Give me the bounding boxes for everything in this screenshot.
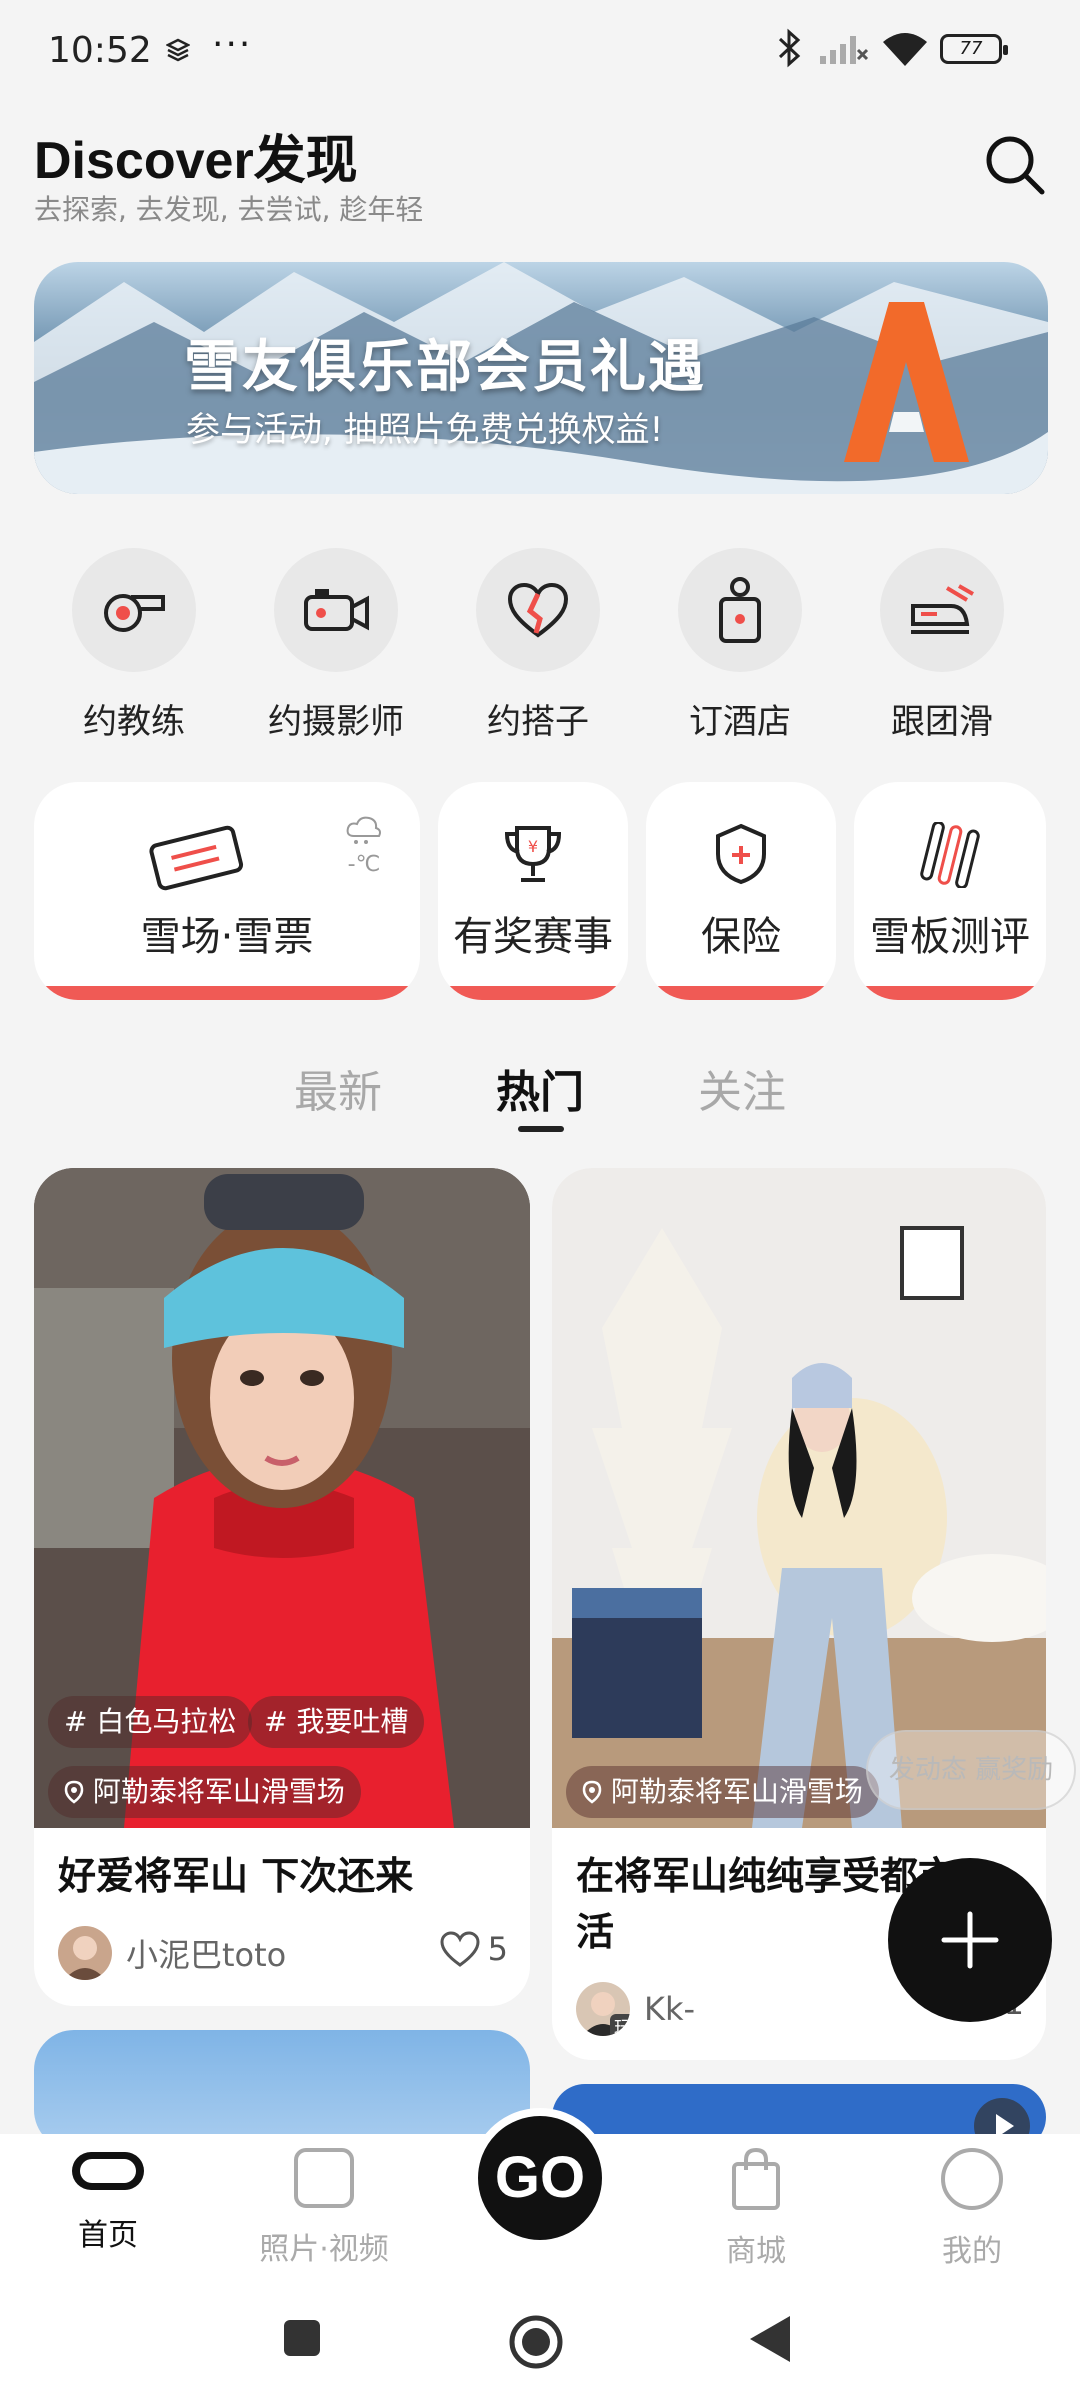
contest-card[interactable]: ¥ 有奖赛事 xyxy=(438,782,628,1000)
photo-frame-icon xyxy=(294,2148,354,2208)
banner-headline: 雪友俱乐部会员礼遇 xyxy=(184,335,706,400)
whistle-icon xyxy=(104,594,165,632)
insurance-card[interactable]: 保险 xyxy=(646,782,836,1000)
feed-post-card[interactable]: # 白色马拉松 # 我要吐槽 阿勒泰将军山滑雪场 好爱将军山 下次还来 小泥巴t… xyxy=(34,1168,530,2006)
avatar: 玩 xyxy=(576,1982,630,2036)
card-accent-bar xyxy=(438,986,628,1000)
feature-label-insurance: 保险 xyxy=(701,914,781,960)
quick-action-buddy[interactable]: 约搭子 xyxy=(448,548,628,743)
layers-icon xyxy=(166,38,190,62)
location-pin-icon xyxy=(582,1780,602,1804)
location-pin-icon xyxy=(64,1780,84,1804)
search-icon[interactable] xyxy=(982,132,1046,196)
home-circle-icon[interactable] xyxy=(508,2314,564,2370)
post-photo xyxy=(552,1168,1046,1828)
ski-ticket-card[interactable]: -℃ 雪场·雪票 xyxy=(34,782,420,1000)
hashtag-chip[interactable]: # 我要吐槽 xyxy=(248,1696,425,1748)
recents-icon[interactable] xyxy=(282,2318,322,2358)
heart-icon xyxy=(507,582,569,638)
feature-label-board: 雪板测评 xyxy=(870,914,1030,960)
system-navigation xyxy=(0,2300,1080,2380)
nav-profile[interactable]: 我的 xyxy=(892,2146,1052,2270)
tab-latest[interactable]: 最新 xyxy=(294,1056,382,1120)
nav-shop[interactable]: 商城 xyxy=(676,2146,836,2270)
bluetooth-icon xyxy=(778,28,801,68)
ski-goggles-icon xyxy=(72,2152,144,2190)
quick-action-coach[interactable]: 约教练 xyxy=(44,548,224,743)
banner-subline: 参与活动, 抽照片免费兑换权益! xyxy=(186,410,664,450)
feature-label-contest: 有奖赛事 xyxy=(453,914,613,960)
tab-hot[interactable]: 热门 xyxy=(496,1056,584,1120)
heart-outline-icon xyxy=(440,1931,480,1967)
nav-home[interactable]: 首页 xyxy=(28,2146,188,2254)
camera-icon xyxy=(304,589,369,631)
nav-photos-videos[interactable]: 照片·视频 xyxy=(244,2146,404,2268)
post-author[interactable]: 小泥巴toto xyxy=(58,1926,286,1980)
more-notifications-icon: ··· xyxy=(212,24,253,65)
quick-action-photographer[interactable]: 约摄影师 xyxy=(246,548,426,743)
brand-logo-icon xyxy=(844,302,969,462)
active-tab-indicator xyxy=(518,1126,564,1132)
feed-post-card[interactable] xyxy=(34,2030,530,2150)
author-name: 小泥巴toto xyxy=(126,1936,287,1974)
board-review-card[interactable]: 雪板测评 xyxy=(854,782,1046,1000)
location-chip[interactable]: 阿勒泰将军山滑雪场 xyxy=(566,1766,879,1818)
quick-action-hotel[interactable]: 订酒店 xyxy=(650,548,830,743)
avatar xyxy=(58,1926,112,1980)
ticket-icon xyxy=(149,825,244,891)
signal-icon xyxy=(820,36,868,64)
status-bar: 10:52 ··· 77 xyxy=(0,0,1080,100)
shield-icon xyxy=(716,823,766,885)
post-reward-tooltip: 发动态 赢奖励 xyxy=(866,1730,1076,1810)
location-chip[interactable]: 阿勒泰将军山滑雪场 xyxy=(48,1766,361,1818)
quick-action-group-ski[interactable]: 跟团滑 xyxy=(852,548,1032,743)
like-button[interactable]: 5 xyxy=(440,1930,508,1968)
battery-indicator: 77 xyxy=(940,34,1008,64)
avatar-badge: 玩 xyxy=(610,2014,630,2036)
feature-label-ticket: 雪场·雪票 xyxy=(140,914,314,960)
create-post-button[interactable] xyxy=(888,1858,1052,2022)
skis-icon xyxy=(920,822,980,888)
profile-circle-icon xyxy=(941,2148,1003,2210)
page-title: Discover发现 xyxy=(34,132,358,190)
card-accent-bar xyxy=(34,986,420,1000)
shopping-bag-icon xyxy=(732,2147,780,2210)
hashtag-chip[interactable]: # 白色马拉松 xyxy=(48,1696,253,1748)
back-icon[interactable] xyxy=(748,2314,792,2364)
author-name: Kk- xyxy=(644,1990,696,2028)
card-accent-bar xyxy=(854,986,1046,1000)
card-accent-bar xyxy=(646,986,836,1000)
post-author[interactable]: 玩 Kk- xyxy=(576,1982,695,2036)
train-icon xyxy=(911,584,974,634)
promo-banner[interactable]: 雪友俱乐部会员礼遇 参与活动, 抽照片免费兑换权益! xyxy=(34,262,1048,494)
go-button[interactable]: GO xyxy=(470,2108,610,2248)
clock: 10:52 xyxy=(48,30,152,71)
door-hanger-icon xyxy=(719,577,761,643)
plus-icon xyxy=(941,1911,999,1969)
post-title: 好爱将军山 下次还来 xyxy=(58,1854,414,1898)
cloudy-snow-icon xyxy=(346,816,381,844)
tab-following[interactable]: 关注 xyxy=(698,1056,786,1120)
page-subtitle: 去探索, 去发现, 去尝试, 趁年轻 xyxy=(34,193,424,226)
like-count: 5 xyxy=(487,1930,508,1968)
trophy-icon: ¥ xyxy=(504,826,562,882)
svg-text:¥: ¥ xyxy=(528,837,538,856)
wifi-icon xyxy=(883,33,927,66)
weather-temp: -℃ xyxy=(347,852,381,877)
weather-widget: -℃ xyxy=(344,812,384,877)
feed-tabs: 最新 热门 关注 xyxy=(0,1056,1080,1136)
